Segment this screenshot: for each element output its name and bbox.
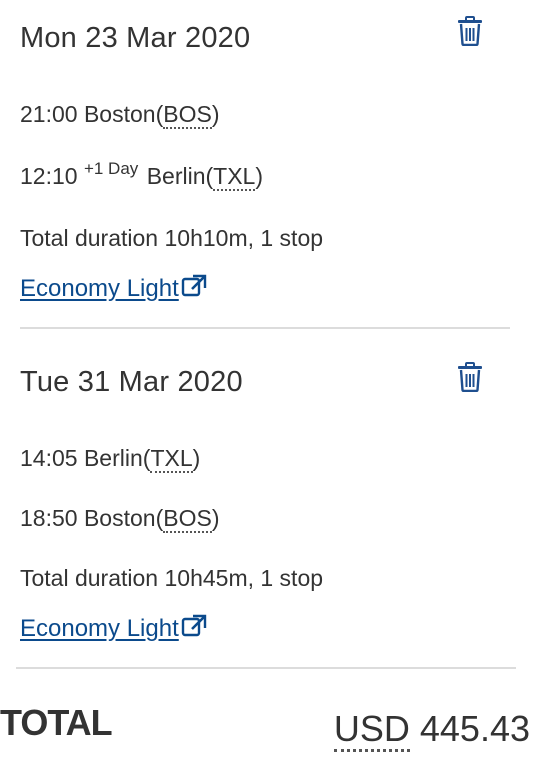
flight-segment-outbound: Mon 23 Mar 2020 21:00 Boston(BOS) 12:10 … [0, 0, 546, 330]
arrival-airport-code[interactable]: BOS [163, 505, 212, 533]
arrival-city: Boston [83, 505, 156, 531]
trash-icon[interactable] [457, 362, 483, 392]
paren-close: ) [211, 101, 220, 127]
day-offset: +1 Day [83, 159, 139, 178]
flight-segment-return: Tue 31 Mar 2020 14:05 Berlin(TXL) 18:50 … [0, 340, 546, 670]
fare-type-label: Economy Light [20, 615, 179, 642]
total-divider [16, 667, 516, 669]
trash-icon[interactable] [457, 16, 483, 46]
paren-close: ) [192, 445, 201, 471]
external-link-icon [181, 274, 207, 298]
total-label: TOTAL [0, 702, 113, 743]
departure-line: 14:05 Berlin(TXL) [20, 445, 201, 473]
departure-time: 14:05 [20, 445, 78, 471]
total-price: USD 445.43 [333, 708, 530, 752]
arrival-city: Berlin [146, 163, 206, 189]
segment-divider [20, 327, 510, 329]
fare-type-link[interactable]: Economy Light [20, 614, 207, 643]
external-link-icon [181, 614, 207, 638]
arrival-time: 18:50 [20, 505, 78, 531]
total-amount: 445.43 [419, 708, 530, 749]
total-duration: Total duration 10h10m, 1 stop [20, 225, 324, 251]
departure-line: 21:00 Boston(BOS) [20, 101, 220, 129]
departure-airport-code[interactable]: BOS [163, 101, 212, 129]
fare-type-label: Economy Light [20, 275, 179, 302]
departure-city: Berlin [83, 445, 143, 471]
arrival-line: 18:50 Boston(BOS) [20, 505, 220, 533]
paren-close: ) [211, 505, 220, 531]
total-duration: Total duration 10h45m, 1 stop [20, 565, 324, 591]
paren-close: ) [255, 163, 264, 189]
departure-city: Boston [83, 101, 156, 127]
segment-date: Tue 31 Mar 2020 [20, 366, 243, 398]
arrival-time: 12:10 [20, 163, 78, 189]
departure-time: 21:00 [20, 101, 78, 127]
arrival-airport-code[interactable]: TXL [213, 163, 256, 191]
fare-type-link[interactable]: Economy Light [20, 274, 207, 303]
currency-code[interactable]: USD [333, 708, 410, 752]
segment-date: Mon 23 Mar 2020 [20, 22, 251, 54]
departure-airport-code[interactable]: TXL [150, 445, 193, 473]
arrival-line: 12:10 +1 Day Berlin(TXL) [20, 159, 264, 191]
